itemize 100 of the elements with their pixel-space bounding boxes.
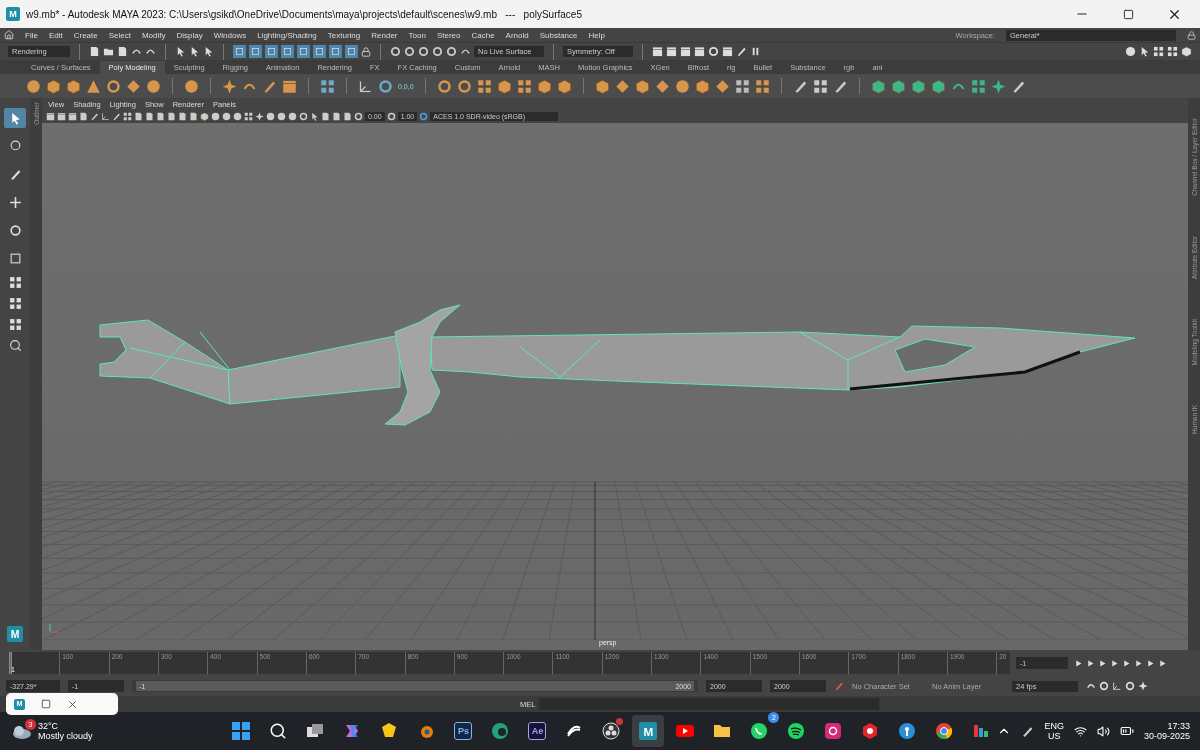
menu-item[interactable]: Toon [408,30,426,40]
cube-icon[interactable] [634,78,650,94]
grid-icon[interactable] [516,78,532,94]
home-icon[interactable] [4,30,14,40]
cube-icon[interactable] [1181,46,1192,57]
cube-icon[interactable] [66,78,81,94]
sphere-icon[interactable] [184,78,199,94]
grid-icon[interactable] [1167,46,1178,57]
grid-icon[interactable] [320,78,335,94]
clapper-icon[interactable] [666,46,677,57]
grid-icon[interactable] [812,78,828,94]
pause-icon[interactable] [750,46,761,57]
menu-item[interactable]: Arnold [505,30,529,40]
folder-icon[interactable] [103,46,114,57]
cube-icon[interactable] [46,78,61,94]
ring-icon[interactable] [404,46,415,57]
maximize-icon[interactable] [1122,8,1134,20]
file-icon[interactable] [89,46,100,57]
clapper-icon[interactable] [722,46,733,57]
diamond-icon[interactable] [714,78,730,94]
cube-icon[interactable] [200,112,209,121]
menu-item[interactable]: Lighting/Shading [257,30,317,40]
curve-icon[interactable] [460,46,471,57]
menu-item[interactable]: Help [588,30,605,40]
clapper-icon[interactable] [694,46,705,57]
ring-icon[interactable] [418,46,429,57]
cube-icon[interactable] [594,78,610,94]
clapper-icon[interactable] [68,112,77,121]
menu-item[interactable]: Edit [48,30,63,40]
menu-item[interactable]: Stereo [436,30,461,40]
ring-icon[interactable] [456,78,472,94]
grid-icon[interactable] [970,78,986,94]
arrow-icon[interactable] [189,46,200,57]
cube-icon[interactable] [890,78,906,94]
grid-icon[interactable] [734,78,750,94]
ring-icon[interactable] [386,112,396,121]
ring-icon[interactable] [299,112,308,121]
wifi-icon[interactable] [1073,724,1087,738]
cube-icon[interactable] [910,78,926,94]
ring-icon[interactable] [354,112,363,121]
curve-icon[interactable] [1086,681,1096,691]
brush-icon[interactable] [112,112,121,121]
taskbar-app-button[interactable]: Ps [447,715,480,747]
file-icon[interactable] [79,112,88,121]
star-icon[interactable] [222,78,237,94]
taskbar-app-button[interactable]: Ae [521,715,554,747]
cube-icon[interactable] [496,78,512,94]
clapper-icon[interactable] [46,112,55,121]
clapper-icon[interactable] [282,78,297,94]
diamond-icon[interactable] [614,78,630,94]
cube-icon[interactable] [556,78,572,94]
close-icon[interactable] [67,698,78,710]
cube-icon[interactable] [536,78,552,94]
curve-icon[interactable] [131,46,142,57]
ring-icon[interactable] [432,46,443,57]
arrow-icon[interactable] [310,112,319,121]
layout-icon[interactable] [8,297,22,310]
lock-icon[interactable] [361,46,371,57]
grid-icon[interactable] [123,112,132,121]
arrow-icon[interactable] [175,46,186,57]
star-icon[interactable] [1138,681,1148,691]
pen-icon[interactable] [1021,724,1035,738]
star-icon[interactable] [255,112,264,121]
menu-item[interactable]: Cache [471,30,495,40]
ring-icon[interactable] [446,46,457,57]
ring-icon[interactable] [390,46,401,57]
menu-item[interactable]: File [25,30,38,40]
cube-icon[interactable] [930,78,946,94]
brush-icon[interactable] [736,46,747,57]
search-icon[interactable] [8,339,22,352]
sphere-icon[interactable] [146,78,161,94]
grid-icon[interactable] [244,112,253,121]
menu-item[interactable]: Create [73,30,98,40]
sphere-icon[interactable] [26,78,41,94]
menu-item[interactable]: Texturing [327,30,361,40]
menu-item[interactable]: Modify [141,30,166,40]
axes-icon[interactable] [101,112,110,121]
brush-icon[interactable] [90,112,99,121]
sphere-icon[interactable] [674,78,690,94]
menu-item[interactable]: Select [108,30,131,40]
sphere-icon[interactable] [1125,46,1136,57]
arrow-icon[interactable] [203,46,214,57]
clapper-icon[interactable] [680,46,691,57]
layout-icon[interactable] [8,318,22,331]
menu-item[interactable]: Display [176,30,203,40]
clapper-icon[interactable] [652,46,663,57]
layout-icon[interactable] [8,276,22,289]
menu-item[interactable]: Substance [539,30,578,40]
cone-icon[interactable] [86,78,101,94]
ring-icon[interactable] [378,78,393,94]
cube-icon[interactable] [694,78,710,94]
select-tool-button[interactable] [4,108,26,128]
grid-icon[interactable] [1153,46,1164,57]
play-icon[interactable] [1122,658,1131,668]
cube-icon[interactable] [870,78,886,94]
arrow-icon[interactable] [1139,46,1150,57]
diamond-icon[interactable] [126,78,141,94]
grid-icon[interactable] [754,78,770,94]
playhead-handle[interactable] [9,652,12,674]
grid-icon[interactable] [476,78,492,94]
